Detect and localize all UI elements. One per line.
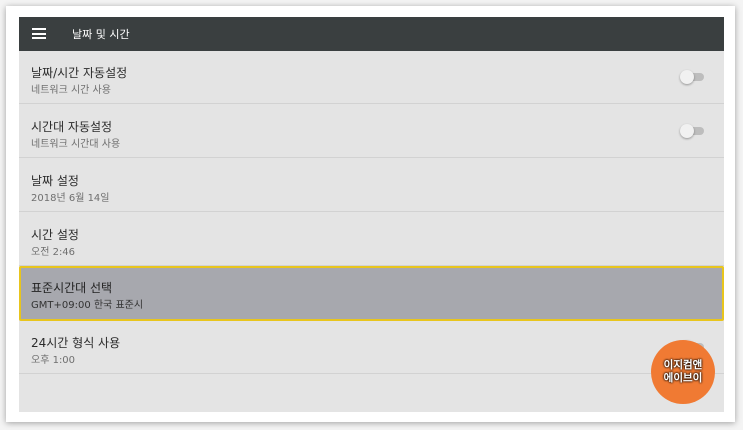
toggle-thumb [680,70,694,84]
setting-subtitle: 네트워크 시간 사용 [31,85,111,96]
setting-subtitle: 오후 1:00 [31,355,76,366]
settings-screen: 날짜 및 시간 날짜/시간 자동설정 네트워크 시간 사용 시간대 자동설정 네… [19,17,724,412]
setting-title: 시간 설정 [31,228,79,242]
setting-title: 날짜/시간 자동설정 [31,66,128,80]
app-toolbar: 날짜 및 시간 [19,17,724,51]
watermark-badge: 이지컴앤 에이브이 [651,340,715,404]
setting-subtitle: 오전 2:46 [31,247,76,258]
toggle-thumb [680,124,694,138]
setting-subtitle: 네트워크 시간대 사용 [31,139,121,150]
setting-set-time[interactable]: 시간 설정 오전 2:46 [19,213,724,266]
setting-subtitle: 2018년 6월 14일 [31,193,110,204]
setting-title: 시간대 자동설정 [31,120,113,134]
auto-datetime-toggle[interactable] [680,70,704,84]
watermark-line2: 에이브이 [663,372,703,384]
setting-subtitle: GMT+09:00 한국 표준시 [31,300,144,311]
setting-auto-timezone[interactable]: 시간대 자동설정 네트워크 시간대 사용 [19,105,724,158]
page-title: 날짜 및 시간 [72,28,130,41]
setting-24-hour-format[interactable]: 24시간 형식 사용 오후 1:00 [19,321,724,374]
setting-title: 표준시간대 선택 [31,281,113,295]
setting-auto-datetime[interactable]: 날짜/시간 자동설정 네트워크 시간 사용 [19,51,724,104]
auto-timezone-toggle[interactable] [680,124,704,138]
setting-title: 24시간 형식 사용 [31,336,121,350]
hamburger-menu-icon[interactable] [32,28,46,39]
setting-title: 날짜 설정 [31,174,79,188]
watermark-line1: 이지컴앤 [663,359,703,371]
setting-set-date[interactable]: 날짜 설정 2018년 6월 14일 [19,159,724,212]
setting-select-timezone[interactable]: 표준시간대 선택 GMT+09:00 한국 표준시 [19,266,724,321]
